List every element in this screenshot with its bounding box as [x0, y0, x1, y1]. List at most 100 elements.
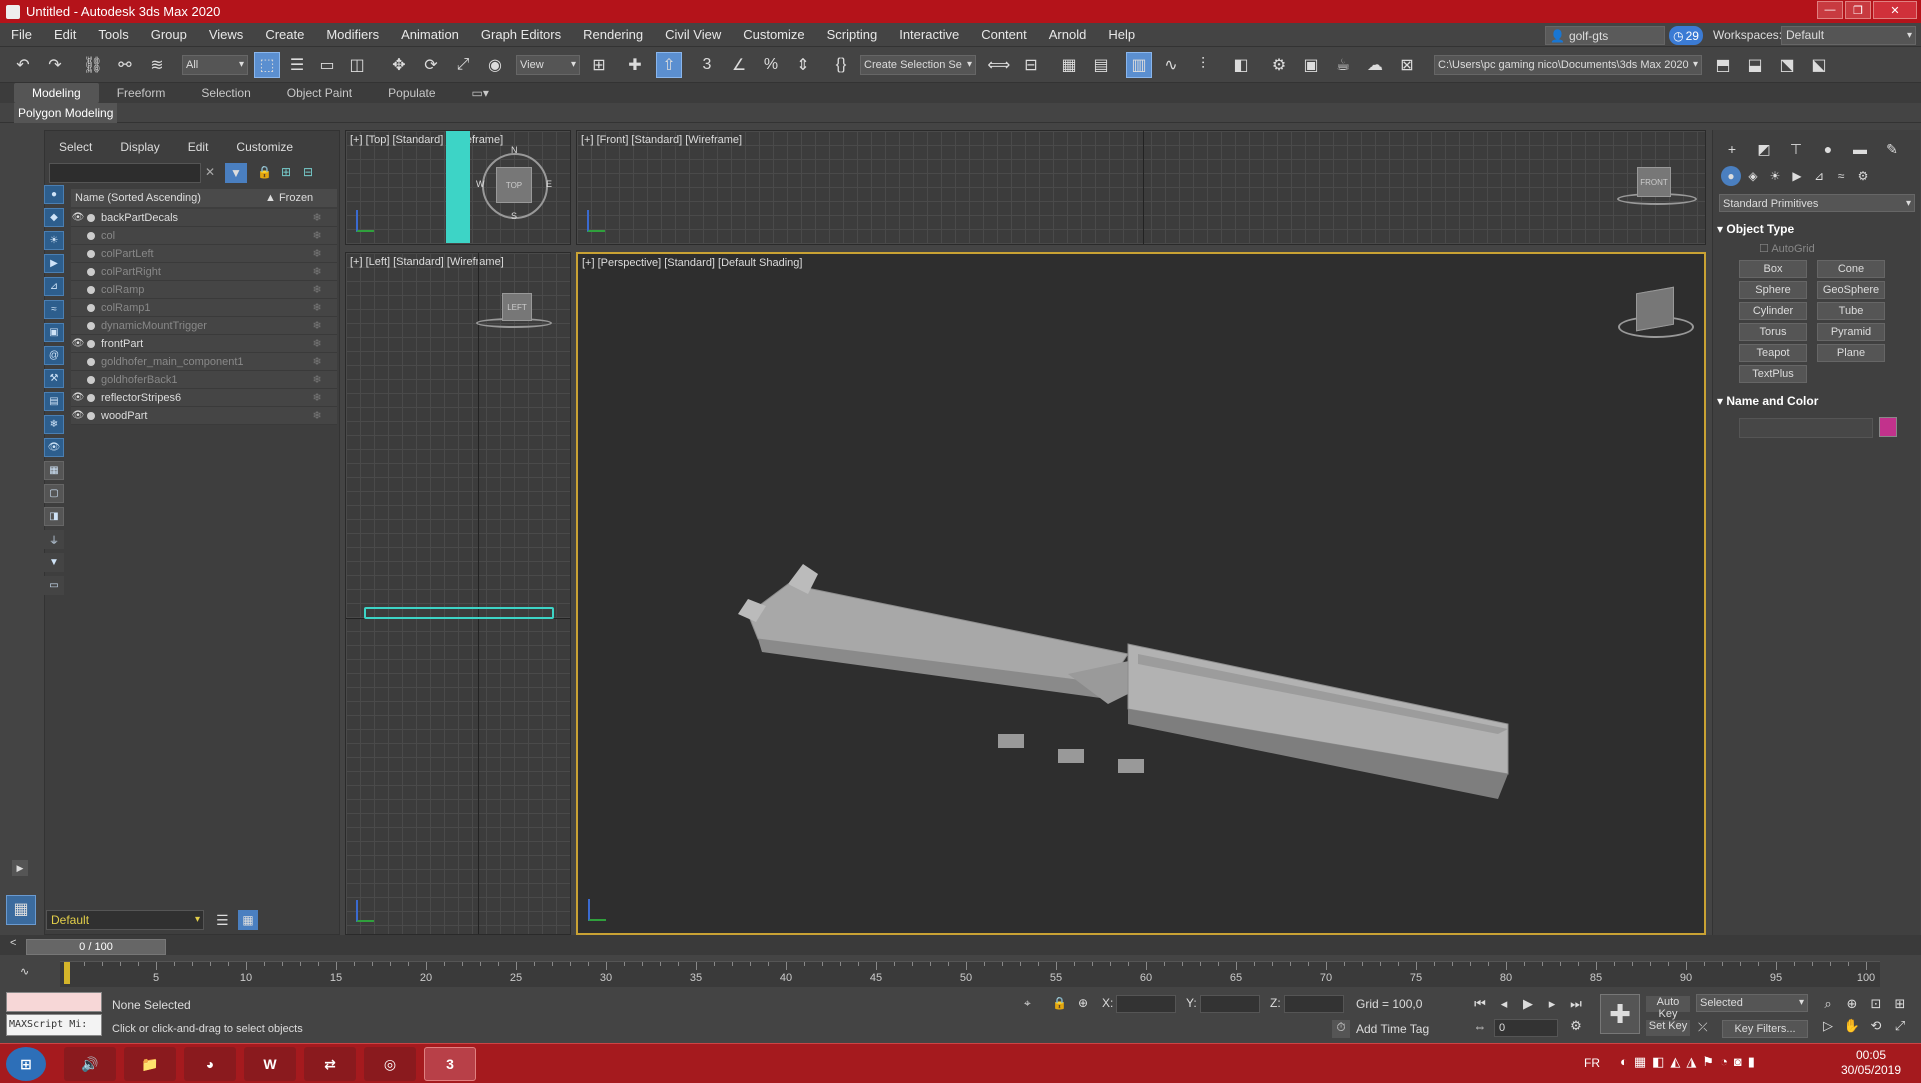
- display-helpers-icon[interactable]: ⊿: [44, 277, 64, 296]
- ribbon-tab-modeling[interactable]: Modeling: [14, 83, 99, 103]
- set-keys-icon[interactable]: ✚: [1600, 994, 1640, 1034]
- orbit-icon[interactable]: ⟲: [1866, 1016, 1886, 1036]
- percent-snap-icon[interactable]: %: [758, 52, 784, 78]
- curve-editor-mini-icon[interactable]: ∿: [20, 965, 29, 978]
- link-icon[interactable]: ⛓: [80, 52, 106, 78]
- list-item[interactable]: 👁 backPartDecals ❄: [71, 209, 337, 227]
- visibility-eye-icon[interactable]: 👁: [71, 212, 85, 223]
- render-setup-icon[interactable]: ⚙: [1266, 52, 1292, 78]
- display-lights-icon[interactable]: ☀: [44, 231, 64, 250]
- zoom-extents-icon[interactable]: ⊡: [1866, 994, 1886, 1014]
- modify-tab-icon[interactable]: ◩: [1753, 138, 1775, 160]
- next-frame-button-icon[interactable]: ▸: [1542, 994, 1562, 1014]
- list-item[interactable]: goldhofer_main_component1 ❄: [71, 353, 337, 371]
- reference-coordinate-dropdown[interactable]: View: [516, 55, 580, 75]
- current-layer-dropdown[interactable]: Default: [46, 910, 204, 930]
- textplus-button[interactable]: TextPlus: [1739, 365, 1807, 383]
- list-item[interactable]: colPartRight ❄: [71, 263, 337, 281]
- window-crossing-icon[interactable]: ◫: [344, 52, 370, 78]
- render-production-icon[interactable]: ☕: [1330, 52, 1356, 78]
- menu-views[interactable]: Views: [198, 23, 254, 47]
- viewport-front[interactable]: [+] [Front] [Standard] [Wireframe] FRONT: [576, 130, 1706, 245]
- undo-icon[interactable]: ↶: [10, 52, 36, 78]
- display-frozen-icon[interactable]: ❄: [44, 415, 64, 434]
- menu-edit[interactable]: Edit: [43, 23, 87, 47]
- ribbon-options-icon[interactable]: ▭▾: [454, 83, 507, 103]
- pan-icon[interactable]: ✋: [1842, 1016, 1862, 1036]
- render-dot-icon[interactable]: [87, 249, 95, 258]
- add-time-tag[interactable]: Add Time Tag: [1356, 1022, 1429, 1036]
- taskbar-chrome-icon[interactable]: ◎: [364, 1047, 416, 1081]
- display-bones-icon[interactable]: ⚒: [44, 369, 64, 388]
- primitive-category-dropdown[interactable]: Standard Primitives: [1719, 194, 1915, 213]
- plane-button[interactable]: Plane: [1817, 344, 1885, 362]
- time-tag-icon[interactable]: ⏱: [1332, 1020, 1350, 1038]
- object-color-swatch[interactable]: [1879, 417, 1897, 437]
- user-account-dropdown[interactable]: 👤 golf-gts: [1545, 26, 1665, 45]
- list-item[interactable]: col ❄: [71, 227, 337, 245]
- menu-customize[interactable]: Customize: [732, 23, 815, 47]
- freeze-icon[interactable]: ❄: [297, 355, 337, 368]
- freeze-icon[interactable]: ❄: [297, 373, 337, 386]
- hierarchy-icon[interactable]: ⊞: [281, 165, 291, 179]
- list-item[interactable]: colPartLeft ❄: [71, 245, 337, 263]
- set-project-icon[interactable]: ⬕: [1806, 52, 1832, 78]
- menu-file[interactable]: File: [0, 23, 43, 47]
- zoom-icon[interactable]: ⌕: [1818, 994, 1838, 1014]
- display-tab-icon[interactable]: ▬: [1849, 138, 1871, 160]
- freeze-icon[interactable]: ❄: [297, 301, 337, 314]
- freeze-icon[interactable]: ❄: [297, 247, 337, 260]
- menu-content[interactable]: Content: [970, 23, 1038, 47]
- viewcube-top[interactable]: TOP: [496, 167, 532, 203]
- current-frame-marker[interactable]: [64, 962, 70, 984]
- absolute-mode-icon[interactable]: ⊕: [1078, 996, 1088, 1010]
- ribbon-tab-selection[interactable]: Selection: [183, 83, 268, 103]
- motion-tab-icon[interactable]: ●: [1817, 138, 1839, 160]
- rotate-icon[interactable]: ⟳: [418, 52, 444, 78]
- filter-funnel-icon[interactable]: ⏚: [44, 530, 64, 549]
- freeze-icon[interactable]: ❄: [297, 319, 337, 332]
- expand-arrow-icon[interactable]: ▶: [12, 860, 28, 876]
- key-filters-button[interactable]: Key Filters...: [1722, 1020, 1808, 1038]
- viewport-front-label[interactable]: [+] [Front] [Standard] [Wireframe]: [581, 134, 742, 146]
- display-spacewarps-icon[interactable]: ≈: [44, 300, 64, 319]
- key-mode-toggle-icon[interactable]: ⇔: [1470, 1016, 1490, 1036]
- render-dot-icon[interactable]: [87, 303, 95, 312]
- systems-category-icon[interactable]: ⚙: [1853, 166, 1873, 186]
- align-icon[interactable]: ⊟: [1018, 52, 1044, 78]
- y-coordinate-field[interactable]: [1200, 995, 1260, 1013]
- ribbon-tab-object-paint[interactable]: Object Paint: [269, 83, 370, 103]
- keyboard-shortcut-toggle-icon[interactable]: ⇧: [656, 52, 682, 78]
- taskbar-discord-icon[interactable]: ◕: [184, 1047, 236, 1081]
- spacewarps-category-icon[interactable]: ≈: [1831, 166, 1851, 186]
- visibility-eye-icon[interactable]: 👁: [71, 410, 85, 421]
- freeze-icon[interactable]: ❄: [297, 265, 337, 278]
- render-dot-icon[interactable]: [87, 285, 95, 294]
- bind-space-warp-icon[interactable]: ≋: [144, 52, 170, 78]
- rendered-frame-window-icon[interactable]: ▣: [1298, 52, 1324, 78]
- menu-help[interactable]: Help: [1097, 23, 1146, 47]
- object-type-rollout[interactable]: ▾ Object Type: [1717, 222, 1917, 236]
- freeze-icon[interactable]: ❄: [297, 229, 337, 242]
- viewport-top-label[interactable]: [+] [Top] [Standard] [Wireframe]: [350, 134, 503, 146]
- maxscript-listener-output[interactable]: [6, 992, 102, 1012]
- field-of-view-icon[interactable]: ▷: [1818, 1016, 1838, 1036]
- viewport-layout-icon[interactable]: ▦: [6, 895, 36, 925]
- scene-menu-select[interactable]: Select: [45, 137, 106, 157]
- lock-icon[interactable]: 🔒: [257, 165, 272, 179]
- system-clock[interactable]: 00:05 30/05/2019: [1831, 1048, 1911, 1078]
- display-cameras-icon[interactable]: ▶: [44, 254, 64, 273]
- open-scene-icon[interactable]: ⬓: [1742, 52, 1768, 78]
- shapes-category-icon[interactable]: ◈: [1743, 166, 1763, 186]
- isolate-selection-icon[interactable]: ⌖: [1024, 996, 1031, 1011]
- layers-icon[interactable]: ☰: [216, 912, 229, 929]
- torus-button[interactable]: Torus: [1739, 323, 1807, 341]
- restore-icon[interactable]: ❐: [1845, 1, 1871, 19]
- taskbar-teamviewer-icon[interactable]: ⇄: [304, 1047, 356, 1081]
- scene-menu-display[interactable]: Display: [106, 137, 173, 157]
- viewport-left[interactable]: [+] [Left] [Standard] [Wireframe] LEFT: [345, 252, 571, 935]
- visibility-eye-icon[interactable]: 👁: [71, 338, 85, 349]
- schematic-view-icon[interactable]: ⫶: [1190, 52, 1216, 78]
- scene-menu-edit[interactable]: Edit: [174, 137, 223, 157]
- menu-arnold[interactable]: Arnold: [1038, 23, 1098, 47]
